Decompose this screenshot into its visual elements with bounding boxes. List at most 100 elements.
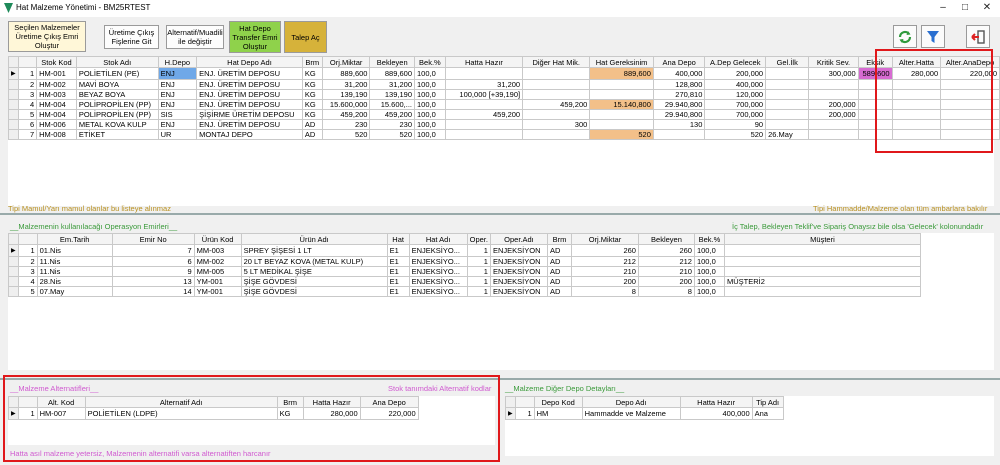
open-request-button[interactable]: Talep Aç [284,21,327,53]
column-header[interactable]: Stok Adı [75,56,159,68]
table-cell[interactable]: YM-001 [193,286,242,297]
row-selector[interactable]: ▶ [505,407,516,420]
table-cell[interactable] [522,109,591,120]
table-cell[interactable]: SPREY ŞİŞESİ 1 LT [240,244,388,257]
row-selector[interactable]: ▶ [8,244,19,257]
table-row[interactable]: 2 HM-002 MAVİ BOYA ENJ ENJ. ÜRETİM DEPOSU KG 3… [8,79,1000,90]
table-cell[interactable] [444,67,524,80]
table-cell[interactable]: 20 LT BEYAZ KOVA (METAL KULP) [240,256,388,267]
table-cell[interactable] [765,99,810,110]
table-cell[interactable]: 1 [466,266,491,277]
splitter-top[interactable] [0,213,1000,215]
table-cell[interactable]: ENJEKSİYON [489,286,548,297]
table-cell[interactable] [808,89,859,100]
table-cell[interactable]: 212 [637,256,695,267]
table-cell[interactable]: POLİPROPİLEN (PP) [75,109,159,120]
table-cell[interactable]: 7 [17,129,38,140]
table-cell[interactable]: MÜŞTERİ2 [723,276,921,287]
table-cell[interactable]: ENJEKSİYO... [408,256,468,267]
table-cell[interactable]: 889,600 [369,67,415,80]
table-cell[interactable]: ENJEKSİYON [489,276,548,287]
table-cell[interactable]: ENJ. ÜRETİM DEPOSU [196,99,303,110]
table-cell[interactable]: 11.Nis [36,266,113,277]
column-header[interactable]: Ana Depo [652,56,706,68]
row-selector[interactable]: ▶ [8,67,19,80]
table-cell[interactable]: AD [301,129,323,140]
column-header[interactable]: Bekleyen [637,233,695,245]
table-cell[interactable]: 5 LT MEDİKAL ŞİŞE [240,266,388,277]
table-cell[interactable]: POLİETİLEN (PE) [75,67,159,80]
table-cell[interactable]: Ana [751,407,784,420]
table-cell[interactable]: UR [157,129,198,140]
table-row[interactable]: 4 HM-004 POLİPROPİLEN (PP) ENJ ENJ. ÜRETİM D… [8,99,1000,110]
table-cell[interactable]: 4 [17,99,38,110]
table-cell[interactable]: 300 [522,119,591,130]
depot-transfer-order-button[interactable]: Hat Depo Transfer Emri Oluştur [229,21,281,53]
table-cell[interactable]: ENJEKSİYO... [408,286,468,297]
column-header[interactable]: Stok Kod [36,56,77,68]
table-cell[interactable] [808,129,859,140]
table-cell[interactable]: ENJ. ÜRETİM DEPOSU [196,89,303,100]
table-cell[interactable]: 200,000 [808,109,859,120]
table-cell[interactable]: 100,0 [414,89,446,100]
table-cell[interactable] [723,266,921,277]
table-cell[interactable] [589,109,654,120]
table-cell[interactable]: 520 [704,129,767,140]
table-cell[interactable]: 1 [514,407,535,420]
refresh-button[interactable] [893,25,917,48]
table-cell[interactable]: 459,200 [369,109,415,120]
table-cell[interactable] [444,119,524,130]
table-cell[interactable]: 6 [17,119,38,130]
table-cell[interactable]: 520 [589,129,654,140]
table-cell[interactable]: ENJEKSİYON [489,266,548,277]
column-header[interactable]: Bek.% [693,233,725,245]
table-cell[interactable]: 210 [570,266,639,277]
table-cell[interactable]: ENJEKSİYO... [408,266,468,277]
table-cell[interactable]: 700,000 [704,109,767,120]
column-header[interactable]: Diğer Hat Mik. [522,56,591,68]
column-header[interactable]: Hat Depo Adı [196,56,303,68]
table-cell[interactable]: 100,0 [414,109,446,120]
exit-button[interactable] [966,25,990,48]
row-selector[interactable] [8,89,19,100]
table-cell[interactable]: 889,600 [321,67,371,80]
table-row[interactable]: ▶ 1 HM Hammadde ve Malzeme 400,000 Ana [505,407,784,420]
table-cell[interactable]: 7 [111,244,195,257]
table-cell[interactable] [589,89,654,100]
table-cell[interactable] [808,79,859,90]
table-cell[interactable]: KG [301,99,323,110]
filter-button[interactable] [921,25,945,48]
table-cell[interactable]: 100,0 [414,129,446,140]
row-selector[interactable] [8,109,19,120]
table-cell[interactable]: 5 [17,286,38,297]
table-cell[interactable] [589,79,654,90]
table-cell[interactable]: ENJ. ÜRETİM DEPOSU [196,67,303,80]
table-cell[interactable] [723,256,921,267]
table-cell[interactable] [522,89,591,100]
row-selector[interactable] [8,99,19,110]
table-cell[interactable]: 260 [637,244,695,257]
column-header[interactable] [514,396,535,408]
table-cell[interactable] [723,244,921,257]
table-cell[interactable]: POLİPROPİLEN (PP) [75,99,159,110]
table-cell[interactable]: 07.May [36,286,113,297]
table-row[interactable]: 5 HM-004 POLİPROPİLEN (PP) SIS ŞİŞİRME ÜRETİ… [8,109,1000,120]
table-cell[interactable]: 400,000 [679,407,753,420]
table-row[interactable]: ▶ 1 HM-001 POLİETİLEN (PE) ENJ ENJ. ÜRETİM DE… [8,67,1000,80]
table-cell[interactable]: BEYAZ BOYA [75,89,159,100]
table-cell[interactable]: 3 [17,89,38,100]
table-cell[interactable]: 459,200 [321,109,371,120]
table-cell[interactable]: MAVİ BOYA [75,79,159,90]
column-header[interactable]: Depo Adı [581,396,681,408]
table-cell[interactable]: 100,0 [693,286,725,297]
table-cell[interactable]: 100,0 [693,266,725,277]
table-cell[interactable]: 15.600,000 [321,99,371,110]
table-cell[interactable]: ŞİŞİRME ÜRETİM DEPOSU [196,109,303,120]
table-cell[interactable]: 8 [570,286,639,297]
table-cell[interactable]: ENJEKSİYON [489,244,548,257]
table-cell[interactable]: 28.Nis [36,276,113,287]
row-selector[interactable] [8,276,19,287]
table-cell[interactable]: KG [301,89,323,100]
table-cell[interactable]: 14 [111,286,195,297]
table-cell[interactable]: 100,0 [414,67,446,80]
